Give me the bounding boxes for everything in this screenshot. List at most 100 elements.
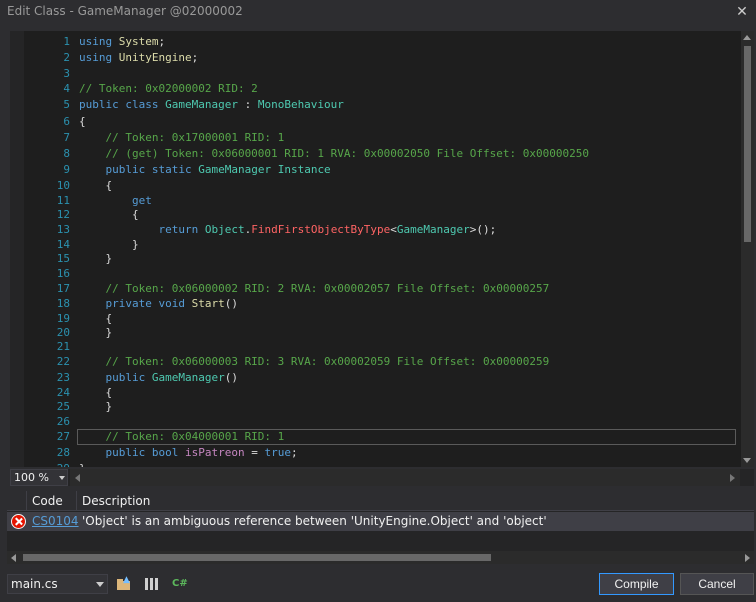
code-line[interactable]: 22 // Token: 0x06000003 RID: 3 RVA: 0x00… <box>10 354 740 370</box>
add-assembly-reference-icon[interactable] <box>144 576 160 592</box>
code-line[interactable]: 10 { <box>10 178 740 194</box>
line-number: 1 <box>63 35 70 48</box>
error-list-horizontal-scrollbar[interactable] <box>7 551 754 564</box>
code-token: } <box>79 462 86 467</box>
code-line[interactable]: 25 } <box>10 399 740 415</box>
code-line[interactable]: 17 // Token: 0x06000002 RID: 2 RVA: 0x00… <box>10 281 740 297</box>
code-token: public <box>79 371 152 384</box>
code-token: ; <box>191 51 199 64</box>
code-line[interactable]: 23 public GameManager() <box>10 370 740 386</box>
code-token: public bool <box>79 446 185 459</box>
line-number: 2 <box>63 51 70 64</box>
code-line[interactable]: 27 // Token: 0x04000001 RID: 1 <box>10 429 740 445</box>
error-code-link[interactable]: CS0104 <box>32 514 79 528</box>
code-token: : <box>237 98 258 111</box>
code-token: isPatreon <box>184 446 245 459</box>
code-token: true <box>264 446 291 459</box>
error-row[interactable]: CS0104 'Object' is an ambiguous referenc… <box>7 512 754 531</box>
code-token: } <box>79 400 113 413</box>
code-token: { <box>79 115 86 128</box>
cancel-button[interactable]: Cancel <box>680 573 754 595</box>
code-line[interactable]: 8 // (get) Token: 0x06000001 RID: 1 RVA:… <box>10 146 740 162</box>
code-line[interactable]: 12 { <box>10 207 740 223</box>
csharp-icon[interactable]: C# <box>172 576 188 592</box>
code-text: // Token: 0x06000002 RID: 2 RVA: 0x00002… <box>79 281 549 297</box>
open-folder-icon[interactable]: ▲ <box>116 576 132 592</box>
code-token: public class <box>79 98 166 111</box>
code-line[interactable]: 3 <box>10 66 740 82</box>
code-line[interactable]: 5 public class GameManager : MonoBehaviou… <box>10 97 740 113</box>
code-text: } <box>79 399 112 415</box>
code-line[interactable]: 2 using UnityEngine; <box>10 50 740 66</box>
file-select[interactable]: main.cs <box>7 574 108 594</box>
editor-horizontal-scrollbar[interactable] <box>70 469 740 486</box>
error-description: 'Object' is an ambiguous reference betwe… <box>82 514 547 528</box>
line-number: 9 <box>63 163 70 176</box>
code-line[interactable]: 16 <box>10 266 740 282</box>
code-token: GameManager <box>198 163 278 176</box>
column-divider[interactable] <box>76 491 77 511</box>
code-line[interactable]: 29} <box>10 461 740 467</box>
code-text: // Token: 0x17000001 RID: 1 <box>79 130 284 146</box>
line-number: 21 <box>56 340 70 353</box>
code-editor[interactable]: 1 using System; 2 using UnityEngine; 3 4 // To… <box>10 31 754 467</box>
code-line[interactable]: 9 public static GameManager Instance <box>10 162 740 178</box>
code-token: using <box>79 35 119 48</box>
line-number: 5 <box>63 98 70 111</box>
code-token: public static <box>79 163 199 176</box>
code-token: { <box>79 179 113 192</box>
column-divider <box>26 491 27 511</box>
code-line[interactable]: 18 private void Start() <box>10 296 740 312</box>
code-line[interactable]: 13 return Object.FindFirstObjectByType<G… <box>10 222 740 238</box>
code-text: return Object.FindFirstObjectByType<Game… <box>79 222 496 238</box>
scroll-up-icon[interactable] <box>743 35 751 40</box>
code-line[interactable]: 28 public bool isPatreon = true; <box>10 445 740 461</box>
close-icon[interactable]: ✕ <box>732 2 752 22</box>
column-header-code[interactable]: Code <box>32 494 63 508</box>
code-line[interactable]: 26 <box>10 414 740 430</box>
code-token: } <box>79 326 113 339</box>
scroll-thumb[interactable] <box>23 554 491 561</box>
code-token: ; <box>158 35 166 48</box>
scroll-left-icon[interactable] <box>75 474 80 482</box>
compile-button[interactable]: Compile <box>599 573 674 595</box>
code-line[interactable]: 6{ <box>10 114 740 130</box>
scroll-down-icon[interactable] <box>743 458 751 463</box>
code-text: } <box>79 461 86 467</box>
line-number: 29 <box>24 461 70 467</box>
code-token: Instance <box>277 163 331 176</box>
code-text: // Token: 0x02000002 RID: 2 <box>79 81 258 97</box>
line-number: 27 <box>56 430 70 443</box>
scroll-left-icon[interactable] <box>11 554 16 562</box>
column-header-description[interactable]: Description <box>82 494 150 508</box>
code-text: // (get) Token: 0x06000001 RID: 1 RVA: 0… <box>79 146 588 162</box>
editor-vertical-scrollbar[interactable] <box>741 31 754 467</box>
scroll-right-icon[interactable] <box>745 554 750 562</box>
code-token: Object <box>204 223 245 236</box>
code-token: { <box>79 386 113 399</box>
scroll-thumb[interactable] <box>744 46 751 242</box>
line-number: 13 <box>56 223 70 236</box>
code-line[interactable]: 15 } <box>10 251 740 267</box>
code-line[interactable]: 21 <box>10 339 740 355</box>
code-text: } <box>79 251 112 267</box>
code-token: FindFirstObjectByType <box>251 223 391 236</box>
line-number: 23 <box>56 371 70 384</box>
error-list-header: Code Description <box>7 491 754 511</box>
code-line[interactable]: 4 // Token: 0x02000002 RID: 2 <box>10 81 740 97</box>
line-number: 18 <box>56 297 70 310</box>
code-token: () <box>224 297 238 310</box>
line-number: 6 <box>63 115 70 128</box>
error-icon <box>11 514 26 529</box>
code-token: System <box>118 35 159 48</box>
code-line[interactable]: 1 using System; <box>10 34 740 50</box>
file-select-value: main.cs <box>11 577 58 591</box>
code-line[interactable]: 7 // Token: 0x17000001 RID: 1 <box>10 130 740 146</box>
code-text: public bool isPatreon = true; <box>79 445 297 461</box>
code-token: GameManager <box>165 98 238 111</box>
line-number: 3 <box>63 67 70 80</box>
line-number: 4 <box>63 82 70 95</box>
zoom-select[interactable]: 100 % <box>10 469 68 486</box>
code-token: { <box>79 208 139 221</box>
scroll-right-icon[interactable] <box>730 474 735 482</box>
